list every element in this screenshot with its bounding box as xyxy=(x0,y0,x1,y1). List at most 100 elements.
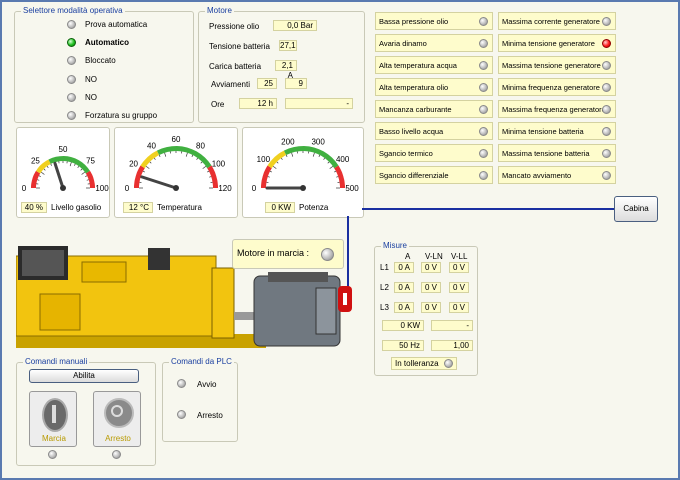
arresto-button[interactable]: Arresto xyxy=(93,391,141,447)
tensione-value: 27,1 xyxy=(279,40,297,51)
alarm-right-3: Minima frequenza generatore xyxy=(498,78,616,96)
mode-option-label-2: Bloccato xyxy=(85,56,116,66)
gen-exhaust xyxy=(148,248,170,270)
potenza-gauge-tick-15 xyxy=(327,161,330,164)
gasolio-value: 40 % xyxy=(21,202,47,213)
alarm-left-0: Bassa pressione olio xyxy=(375,12,493,30)
gasolio-gauge-tick-4 xyxy=(40,171,45,175)
alarm-left-5: Basso livello acqua xyxy=(375,122,493,140)
gasolio-gauge-tick-3 xyxy=(38,175,41,177)
gasolio-gauge-tick-17 xyxy=(85,175,88,177)
connection-line-h xyxy=(362,208,614,210)
alarm-right-label-5: Minima tensione batteria xyxy=(502,127,584,136)
gasolio-gauge-tick-5 xyxy=(43,168,46,171)
tensione-label: Tensione batteria xyxy=(209,42,270,51)
gasolio-gauge-needle xyxy=(53,161,65,190)
misure-row-vln-2: 0 V xyxy=(421,302,441,313)
cabina-button[interactable]: Cabina xyxy=(614,196,658,222)
alarm-right-label-3: Minima frequenza generatore xyxy=(502,83,600,92)
temperatura-gauge-label-5: 100 xyxy=(212,160,226,169)
arresto-label: Arresto xyxy=(105,434,131,443)
temperatura-gauge-tick-7 xyxy=(158,154,161,157)
misure-row-vln-0: 0 V xyxy=(421,262,441,273)
temperatura-gauge-tick-15 xyxy=(200,161,203,164)
motore-title: Motore xyxy=(205,6,234,15)
mode-option-radio-2[interactable] xyxy=(67,56,76,66)
temperatura-gauge-label-3: 60 xyxy=(172,135,181,144)
mode-option-radio-3[interactable] xyxy=(67,74,76,84)
alarm-left-label-5: Basso livello acqua xyxy=(379,127,444,136)
alarm-left-label-3: Alta temperatura olio xyxy=(379,83,449,92)
potenza-gauge-label-0: 0 xyxy=(252,184,257,193)
alarm-right-6: Massima tensione batteria xyxy=(498,144,616,162)
alarm-right-led-0 xyxy=(602,17,611,26)
potenza-gauge-tick-8 xyxy=(291,152,294,157)
temperatura-label: Temperatura xyxy=(157,203,202,212)
mode-option-radio-5[interactable] xyxy=(67,111,76,120)
alarm-left-led-2 xyxy=(479,61,488,70)
mode-option-radio-4[interactable] xyxy=(67,92,76,102)
alarm-right-label-1: Minima tensione generatore xyxy=(502,39,595,48)
potenza-gauge-band-0 xyxy=(261,165,272,188)
potenza-gauge-label-5: 500 xyxy=(345,184,359,193)
gauge-potenza: 0 100 200 300 400 500 0 KW Potenza xyxy=(242,127,364,218)
temperatura-gauge-label-2: 40 xyxy=(147,142,156,151)
alarm-left-led-5 xyxy=(479,127,488,136)
alarm-right-4: Massima frequenza generatore xyxy=(498,100,616,118)
alarm-right-7: Mancato avviamento xyxy=(498,166,616,184)
alarm-right-0: Massima corrente generatore xyxy=(498,12,616,30)
ore-label: Ore xyxy=(211,100,225,109)
temperatura-gauge-tick-8 xyxy=(164,152,167,157)
mode-option-label-0: Prova automatica xyxy=(85,20,148,29)
temperatura-gauge-needle xyxy=(140,175,178,190)
pressione-value: 0,0 Bar xyxy=(273,20,317,31)
potenza-gauge-tick-18 xyxy=(336,176,339,178)
gasolio-gauge-label-4: 100 xyxy=(95,184,109,193)
alarm-left-4: Mancanza carburante xyxy=(375,100,493,118)
pressione-label: Pressione olio xyxy=(209,22,260,31)
motore-marcia-panel: Motore in marcia : xyxy=(232,239,344,269)
misure-row-vll-2: 0 V xyxy=(449,302,469,313)
comandi-plc-group: Comandi da PLC Avvio Arresto xyxy=(162,357,238,442)
misure-row-label-0: L1 xyxy=(380,263,389,272)
misure-title: Misure xyxy=(381,241,410,250)
mode-selector-group: Selettore modalità operativa Prova autom… xyxy=(14,6,194,123)
potenza-gauge-band-3 xyxy=(334,165,345,188)
gasolio-gauge-tick-18 xyxy=(86,179,89,181)
temperatura-gauge-tick-16 xyxy=(202,165,207,169)
alarm-right-1: Minima tensione generatore xyxy=(498,34,616,52)
temperatura-gauge-hub xyxy=(173,185,179,191)
mode-option-label-3: NO xyxy=(85,74,97,84)
abilita-button[interactable]: Abilita xyxy=(29,369,139,383)
temperatura-gauge-label-1: 20 xyxy=(129,160,138,169)
gasolio-gauge-band-0 xyxy=(31,170,41,188)
mode-option-radio-0[interactable] xyxy=(67,20,76,29)
gen-red-switch-knob xyxy=(343,293,347,305)
potenza-gauge-tick-4 xyxy=(272,165,277,169)
misure-header-2: V-LL xyxy=(451,252,468,261)
marcia-button[interactable]: Marcia xyxy=(29,391,77,447)
potenza-gauge-label-3: 300 xyxy=(311,137,325,146)
misure-header-0: A xyxy=(405,252,411,261)
gasolio-gauge-tick-16 xyxy=(81,171,86,175)
alarm-right-label-4: Massima frequenza generatore xyxy=(502,105,606,114)
misure-row-vll-1: 0 V xyxy=(449,282,469,293)
arresto-led xyxy=(112,450,121,459)
avviamenti-label: Avviamenti xyxy=(211,80,250,89)
alarm-right-label-2: Massima tensione generatore xyxy=(502,61,601,70)
alarm-left-1: Avaria dinamo xyxy=(375,34,493,52)
temperatura-gauge-tick-3 xyxy=(142,170,145,173)
marcia-button-icon-bar xyxy=(52,405,56,423)
temperatura-gauge-tick-18 xyxy=(209,176,212,178)
mode-option-radio-1[interactable] xyxy=(67,38,76,48)
alarm-right-led-5 xyxy=(602,127,611,136)
gen-coupling xyxy=(211,267,235,339)
temperatura-gauge-tick-14 xyxy=(196,157,199,160)
temperatura-gauge-label-4: 80 xyxy=(196,142,205,151)
mode-option-label-4: NO xyxy=(85,92,97,102)
alarm-right-label-7: Mancato avviamento xyxy=(502,171,572,180)
gen-radiator-face xyxy=(22,250,64,276)
gasolio-gauge-tick-6 xyxy=(46,165,49,168)
marcia-led xyxy=(48,450,57,459)
gen-panel xyxy=(39,293,81,331)
